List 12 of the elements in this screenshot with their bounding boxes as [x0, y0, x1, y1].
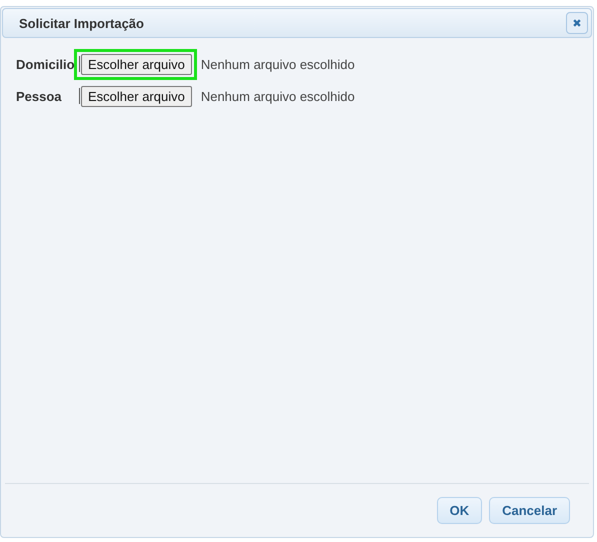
field-label: Pessoa: [16, 88, 63, 104]
dialog-button[interactable]: OK: [436, 496, 482, 524]
dialog-button[interactable]: Cancelar: [489, 496, 570, 524]
choose-file-button[interactable]: Escolher arquivo: [81, 54, 192, 74]
file-status: Nenhum arquivo escolhido: [200, 56, 355, 72]
window-title: Solicitar Importação: [19, 16, 144, 30]
file-picker[interactable]: Escolher arquivo: [74, 48, 197, 80]
field-label: Domicilio: [16, 56, 76, 72]
close-button[interactable]: ✖: [566, 12, 588, 34]
file-status: Nenhum arquivo escolhido: [200, 88, 355, 104]
choose-file-button[interactable]: Escolher arquivo: [81, 86, 192, 106]
file-picker[interactable]: Escolher arquivo: [74, 80, 197, 112]
